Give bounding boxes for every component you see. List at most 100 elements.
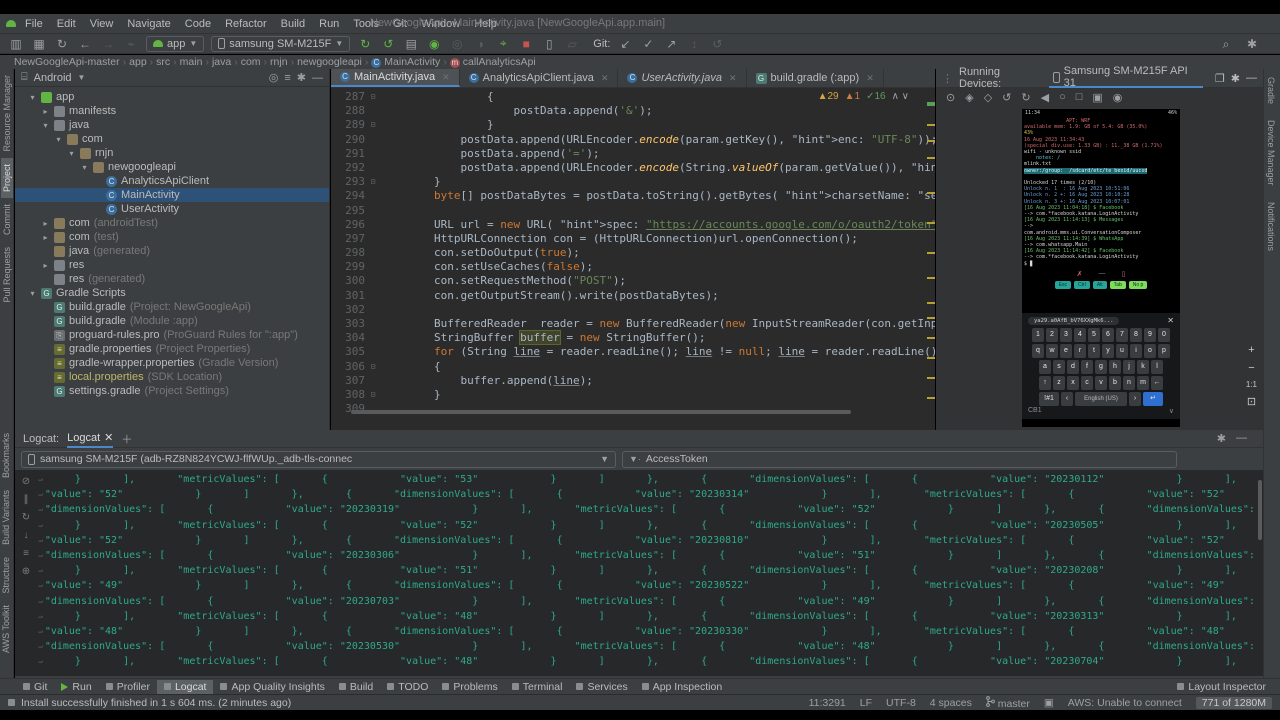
panel-settings-gear-icon[interactable]: ✱ [1231, 72, 1240, 85]
line-ending[interactable]: LF [860, 697, 872, 709]
tool-stripe-aws-toolkit[interactable]: AWS Toolkit [0, 599, 12, 659]
back-icon[interactable]: ◀ [1041, 91, 1049, 104]
key-englishus[interactable]: English (US) [1075, 392, 1127, 406]
record-icon[interactable]: ◉ [1113, 91, 1123, 104]
menu-run[interactable]: Run [312, 16, 346, 32]
volume-up-icon[interactable]: ◈ [965, 91, 973, 104]
tool-window-services[interactable]: Services [569, 680, 634, 694]
readonly-icon[interactable]: ▣ [1044, 697, 1054, 709]
hide-panel-icon[interactable]: — [1236, 432, 1247, 445]
key-8[interactable]: 8 [1130, 328, 1142, 342]
tree-row-gradle scripts[interactable]: ▾ G Gradle Scripts [15, 286, 329, 300]
git-history-icon[interactable]: ↺ [709, 37, 725, 51]
tool-window-terminal[interactable]: Terminal [505, 680, 570, 694]
tree-row-app[interactable]: ▾ app [15, 90, 329, 104]
device-tab[interactable]: Samsung SM-M215F API 31 [1048, 65, 1203, 89]
back-icon[interactable]: ← [77, 37, 93, 51]
tree-row-build.gradle[interactable]: Gbuild.gradle (Project: NewGoogleApi) [15, 300, 329, 314]
tree-row-gradle-wrapper.properties[interactable]: ≡ gradle-wrapper.properties (Gradle Versio… [15, 356, 329, 370]
window-icon[interactable]: ▯ [1122, 270, 1126, 278]
key-a[interactable]: a [1039, 360, 1051, 374]
apply-code-changes-icon[interactable]: ↺ [380, 37, 396, 51]
key-0[interactable]: 0 [1158, 328, 1170, 342]
tool-stripe-gradle[interactable]: Gradle [1264, 69, 1278, 112]
tool-stripe-bookmarks[interactable]: Bookmarks [0, 427, 12, 484]
logcat-scrollbar[interactable] [1258, 480, 1262, 540]
key-h[interactable]: h [1109, 360, 1121, 374]
tool-window-build[interactable]: Build [332, 680, 380, 694]
key-q[interactable]: q [1032, 344, 1044, 358]
coverage-icon[interactable]: ◎ [449, 37, 465, 51]
key-g[interactable]: g [1095, 360, 1107, 374]
indent-setting[interactable]: 4 spaces [930, 697, 972, 709]
key-[interactable]: ← [1151, 376, 1163, 390]
tool-window-logcat[interactable]: Logcat [156, 679, 214, 694]
code-editor[interactable]: ▲29 ▲1 ✓16 ∧ ∨ 287 ⊟ {288 postData.append… [331, 88, 935, 416]
terminal-key-ctrl[interactable]: Ctrl [1074, 280, 1090, 289]
panel-settings-gear-icon[interactable]: ✱ [297, 71, 306, 84]
terminal-key-no p[interactable]: No p [1128, 280, 1148, 289]
close-x-icon[interactable]: ✗ [1077, 270, 1083, 278]
breadcrumb-item[interactable]: app [129, 56, 147, 68]
logcat-output[interactable]: } ], "metricValues": [ { "value": "53" }… [37, 470, 1263, 676]
tool-stripe-pull-requests[interactable]: Pull Requests [1, 241, 13, 309]
forward-icon[interactable]: → [100, 37, 116, 51]
terminal-key-esc[interactable]: Esc [1054, 280, 1072, 289]
tree-row-res[interactable]: ▸ res [15, 258, 329, 272]
rotate-left-icon[interactable]: ↺ [1002, 91, 1011, 104]
project-view-mode-select[interactable]: Android [34, 72, 72, 84]
git-push-icon[interactable]: ↗ [663, 37, 679, 51]
tool-window-app-inspection[interactable]: App Inspection [635, 680, 729, 694]
tree-row-local.properties[interactable]: ≡ local.properties (SDK Location) [15, 370, 329, 384]
logcat-filter-input[interactable]: ▼· AccessToken [622, 450, 1177, 468]
profiler-icon[interactable]: ◑ [472, 37, 488, 51]
tool-stripe-structure[interactable]: Structure [0, 551, 12, 600]
tool-stripe-resource-manager[interactable]: Resource Manager [1, 69, 13, 158]
key-x[interactable]: x [1067, 376, 1079, 390]
key-p[interactable]: p [1158, 344, 1170, 358]
soft-wrap-icon[interactable]: ≡ [23, 548, 29, 559]
tree-row-manifests[interactable]: ▸ manifests [15, 104, 329, 118]
editor-tab[interactable]: C AnalyticsApiClient.java ✕ [460, 69, 619, 87]
key-d[interactable]: d [1067, 360, 1079, 374]
caret-position[interactable]: 11:3291 [809, 697, 846, 709]
tree-row-com[interactable]: ▾ com [15, 132, 329, 146]
restart-icon[interactable]: ↻ [22, 512, 30, 523]
sync-icon[interactable]: ↻ [54, 37, 70, 51]
key-u[interactable]: u [1116, 344, 1128, 358]
clear-logcat-icon[interactable]: ⊘ [22, 476, 30, 487]
key-y[interactable]: y [1102, 344, 1114, 358]
key-j[interactable]: j [1123, 360, 1135, 374]
minimize-icon[interactable]: — [1099, 270, 1106, 278]
git-rollback-icon[interactable]: ↕ [686, 37, 702, 51]
new-window-icon[interactable]: ❐ [1215, 72, 1225, 85]
breadcrumb-item[interactable]: com [241, 56, 261, 68]
key-[interactable]: ‹ [1061, 392, 1073, 406]
file-encoding[interactable]: UTF-8 [886, 697, 916, 709]
menu-file[interactable]: File [18, 16, 50, 32]
tool-window-git[interactable]: Git [16, 680, 54, 694]
status-message[interactable]: Install successfully finished in 1 s 604… [21, 697, 291, 709]
tree-row-newgoogleapi[interactable]: ▾ newgoogleapi [15, 160, 329, 174]
menu-build[interactable]: Build [274, 16, 312, 32]
editor-tab[interactable]: C UserActivity.java ✕ [618, 69, 747, 87]
tool-window-app-quality-insights[interactable]: App Quality Insights [213, 680, 331, 694]
tool-stripe-build-variants[interactable]: Build Variants [0, 484, 12, 551]
editor-tab[interactable]: Gbuild.gradle (:app) ✕ [747, 69, 884, 87]
keyboard-mode-label[interactable]: CB1 [1028, 407, 1042, 415]
collapse-all-icon[interactable]: ≡ [284, 72, 290, 84]
key-3[interactable]: 3 [1060, 328, 1072, 342]
hide-panel-icon[interactable]: — [312, 72, 323, 84]
key-o[interactable]: o [1144, 344, 1156, 358]
key-e[interactable]: e [1060, 344, 1072, 358]
menu-code[interactable]: Code [178, 16, 218, 32]
terminal-key-alt[interactable]: Alt [1092, 280, 1107, 289]
memory-indicator[interactable]: 771 of 1280M [1195, 696, 1272, 709]
sdk-manager-icon[interactable]: ▱ [564, 37, 580, 51]
key-4[interactable]: 4 [1074, 328, 1086, 342]
attach-debugger-icon[interactable]: ⌖ [495, 36, 511, 51]
zoom-control-[interactable]: − [1248, 362, 1254, 374]
panel-settings-gear-icon[interactable]: ✱ [1217, 432, 1226, 445]
inspections-widget[interactable]: ▲29 ▲1 ✓16 ∧ ∨ [818, 91, 909, 102]
logcat-device-select[interactable]: samsung SM-M215F (adb-RZ8N824YCWJ-flfWUp… [21, 450, 616, 468]
